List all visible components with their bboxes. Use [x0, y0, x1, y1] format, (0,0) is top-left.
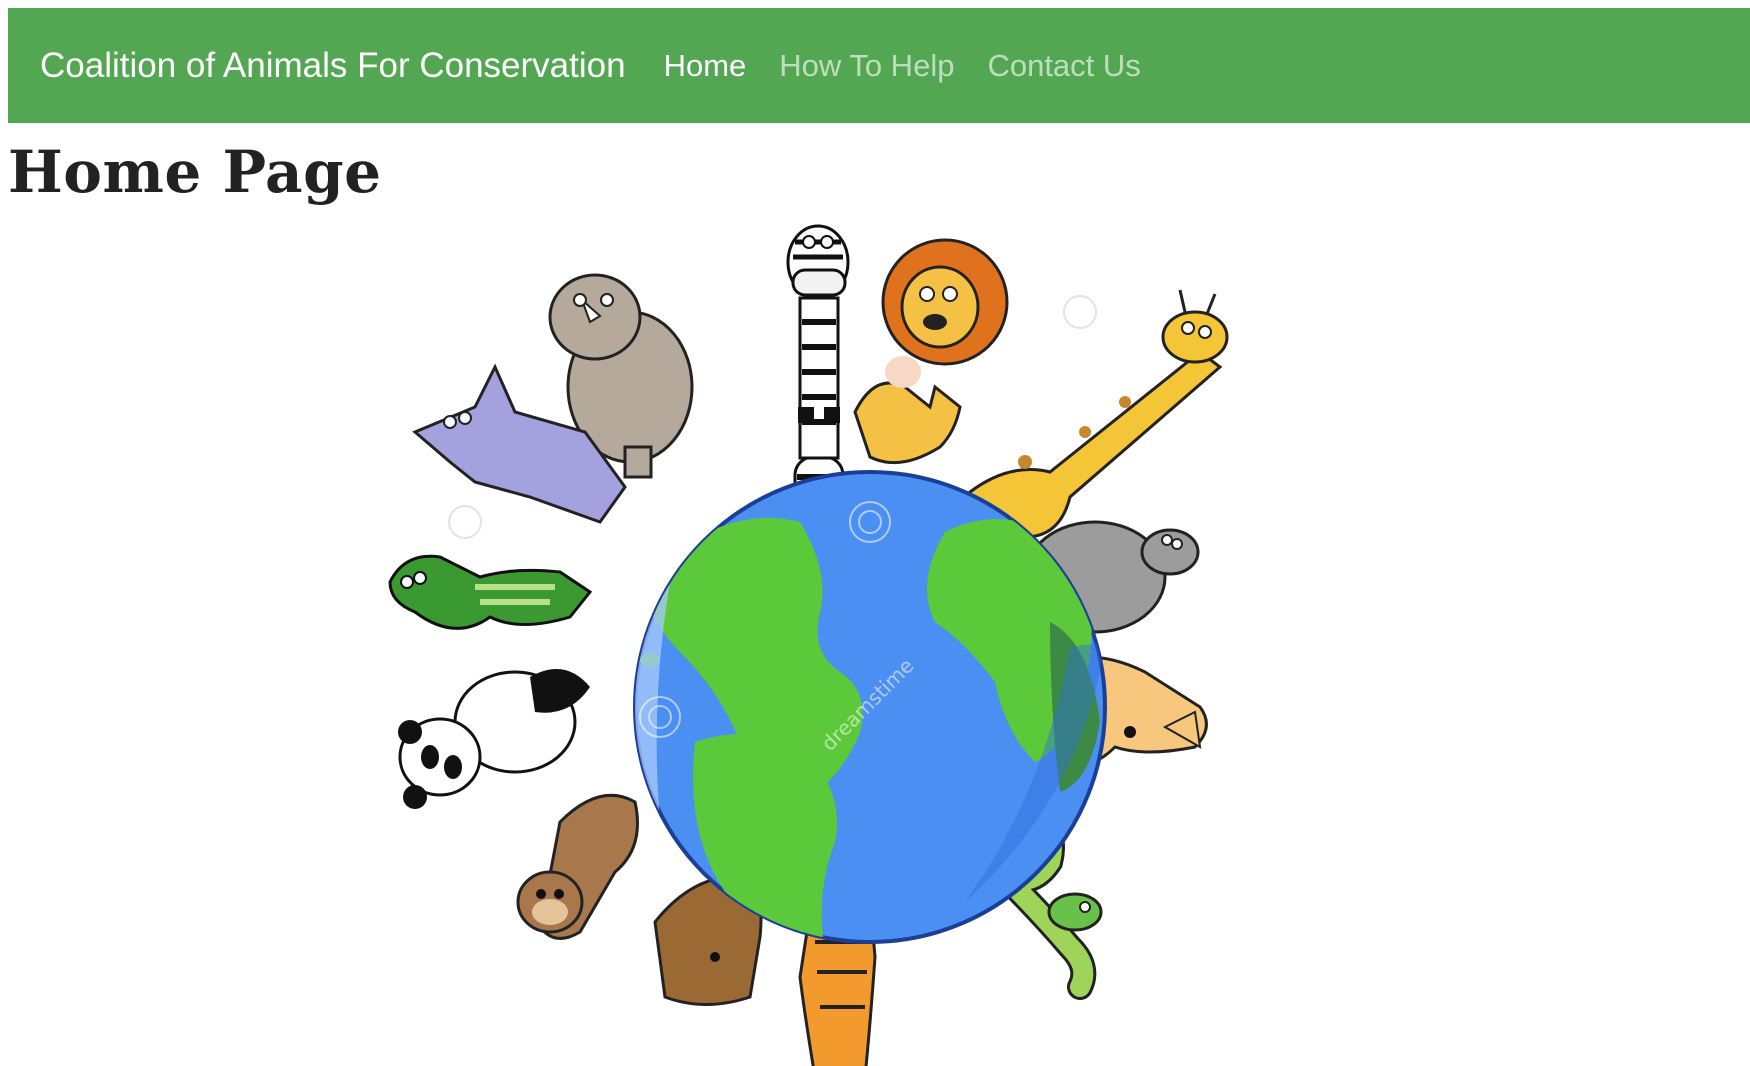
- page-title: Home Page: [8, 138, 382, 206]
- nav-link-how-to-help[interactable]: How To Help: [779, 48, 954, 84]
- crocodile-illustration: [388, 554, 593, 630]
- hero-image: dreamstime dreamstime: [385, 222, 1415, 1066]
- page: Coalition of Animals For Conservation Ho…: [0, 0, 1750, 1066]
- monkey-illustration: [516, 793, 639, 940]
- nav-link-home[interactable]: Home: [664, 48, 747, 84]
- giraffe-illustration: [963, 289, 1229, 539]
- animals-around-earth-illustration: dreamstime dreamstime: [388, 224, 1229, 1066]
- panda-illustration: [398, 669, 590, 809]
- brand-link[interactable]: Coalition of Animals For Conservation: [40, 46, 626, 86]
- top-navbar: Coalition of Animals For Conservation Ho…: [8, 8, 1750, 123]
- nav-link-contact-us[interactable]: Contact Us: [987, 48, 1140, 84]
- lion-illustration: [853, 238, 1009, 465]
